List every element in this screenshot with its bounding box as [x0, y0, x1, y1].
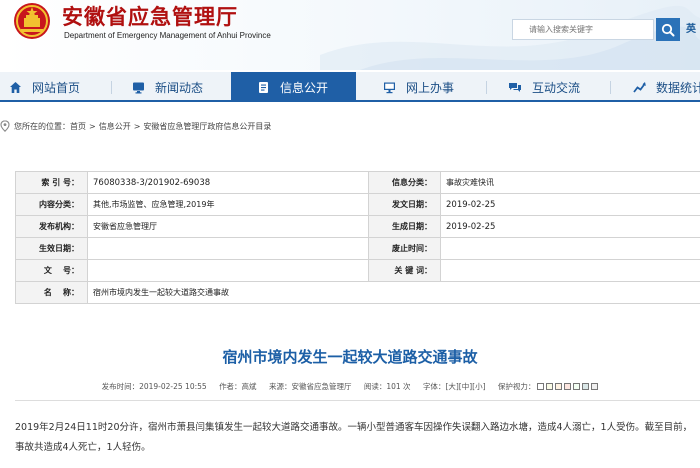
meta-value-effective — [87, 237, 369, 260]
breadcrumb: 您所在的位置： 首页 > 信息公开 > 安徽省应急管理厅政府信息公开目录 — [0, 120, 271, 132]
eye-care-swatches — [535, 382, 599, 391]
meta-label-effective: 生效日期： — [15, 237, 88, 260]
nav-home[interactable]: 网站首页 — [8, 72, 80, 102]
meta-label-category: 信息分类： — [368, 171, 441, 194]
article-body: 2019年2月24日11时20分许，宿州市萧县闫集镇发生一起较大道路交通事故。一… — [15, 422, 693, 453]
desktop-icon — [382, 80, 396, 94]
article-source: 来源：安徽省应急管理厅 — [268, 382, 352, 391]
eye-care-swatch[interactable] — [546, 383, 554, 390]
table-row: 索 引 号： 76080338-3/201902-69038 信息分类： 事故灾… — [15, 171, 700, 194]
nav-news-label: 新闻动态 — [155, 80, 204, 95]
site-title[interactable]: 安徽省应急管理厅 — [62, 1, 238, 31]
eye-care-swatch[interactable] — [591, 383, 599, 390]
nav-info-public[interactable]: 信息公开 — [231, 72, 356, 102]
search-icon — [661, 23, 675, 36]
meta-value-index: 76080338-3/201902-69038 — [87, 171, 369, 194]
nav-interaction[interactable]: 互动交流 — [508, 72, 580, 102]
search-input[interactable] — [512, 19, 654, 40]
table-row: 内容分类： 其他,市场监管、应急管理,2019年 发文日期： 2019-02-2… — [15, 193, 700, 216]
meta-value-gendate: 2019-02-25 — [440, 215, 700, 238]
meta-label-gendate: 生成日期： — [368, 215, 441, 238]
document-meta-table: 索 引 号： 76080338-3/201902-69038 信息分类： 事故灾… — [15, 171, 700, 304]
font-size-small-link[interactable]: [小] — [472, 382, 485, 391]
table-row: 文 号： 关 键 词： — [15, 259, 700, 282]
home-icon — [8, 80, 22, 94]
article-published: 发布时间：2019-02-25 10:55 — [101, 382, 207, 391]
breadcrumb-home[interactable]: 首页 — [70, 121, 86, 132]
breadcrumb-separator: > — [133, 121, 141, 131]
meta-label-org: 发布机构： — [15, 215, 88, 238]
article-views: 阅读：101 次 — [363, 382, 411, 391]
meta-value-content: 其他,市场监管、应急管理,2019年 — [87, 193, 369, 216]
meta-label-abolish: 废止时间： — [368, 237, 441, 260]
location-pin-icon — [0, 120, 10, 132]
meta-value-org: 安徽省应急管理厅 — [87, 215, 369, 238]
meta-label-name: 名 称： — [15, 281, 88, 304]
eye-care-swatch[interactable] — [537, 383, 545, 390]
site-subtitle: Department of Emergency Management of An… — [64, 31, 271, 40]
main-nav: 网站首页 新闻动态 信息公开 网上办事 互动交流 数据统计 — [0, 72, 700, 102]
eye-care-swatch[interactable] — [564, 383, 572, 390]
breadcrumb-prefix: 您所在的位置： — [14, 121, 70, 131]
meta-value-docno — [87, 259, 369, 282]
nav-news[interactable]: 新闻动态 — [131, 72, 203, 102]
meta-label-index: 索 引 号： — [15, 171, 88, 194]
article-author: 作者：高斌 — [219, 382, 257, 391]
meta-value-name: 宿州市境内发生一起较大道路交通事故 — [87, 281, 700, 304]
meta-label-content: 内容分类： — [15, 193, 88, 216]
font-size-large-link[interactable]: [大] — [445, 382, 458, 391]
article-title: 宿州市境内发生一起较大道路交通事故 — [222, 348, 478, 366]
meta-value-pubdate: 2019-02-25 — [440, 193, 700, 216]
font-size-label: 字体： — [422, 382, 446, 391]
meta-label-keywords: 关 键 词： — [368, 259, 441, 282]
nav-divider — [610, 81, 611, 94]
chart-icon — [632, 80, 646, 94]
eye-care-swatch[interactable] — [573, 383, 581, 390]
breadcrumb-info-public[interactable]: 信息公开 — [99, 121, 131, 132]
meta-label-docno: 文 号： — [15, 259, 88, 282]
nav-statistics-label: 数据统计 — [656, 80, 700, 95]
eye-care-label: 保护视力： — [497, 382, 536, 391]
nav-statistics[interactable]: 数据统计 — [632, 72, 700, 102]
divider — [15, 400, 700, 401]
nav-divider — [486, 81, 487, 94]
breadcrumb-separator: > — [89, 121, 96, 131]
font-size-medium-link[interactable]: [中] — [459, 382, 472, 391]
nav-interaction-label: 互动交流 — [532, 80, 581, 95]
national-emblem-icon[interactable] — [13, 2, 51, 40]
meta-value-abolish — [440, 237, 700, 260]
monitor-icon — [131, 80, 145, 94]
nav-online-service[interactable]: 网上办事 — [382, 72, 454, 102]
meta-value-keywords — [440, 259, 700, 282]
meta-value-category: 事故灾难快讯 — [440, 171, 700, 194]
breadcrumb-catalog[interactable]: 安徽省应急管理厅政府信息公开目录 — [143, 121, 271, 132]
chat-icon — [508, 80, 522, 94]
table-row: 生效日期： 废止时间： — [15, 237, 700, 260]
site-header: 安徽省应急管理厅 Department of Emergency Managem… — [0, 0, 700, 70]
search-button[interactable] — [656, 18, 680, 41]
nav-divider — [111, 81, 112, 94]
nav-info-public-label: 信息公开 — [280, 80, 329, 95]
nav-home-label: 网站首页 — [32, 80, 81, 95]
table-row: 发布机构： 安徽省应急管理厅 生成日期： 2019-02-25 — [15, 215, 700, 238]
document-icon — [256, 80, 270, 94]
eye-care-swatch[interactable] — [555, 383, 563, 390]
nav-online-service-label: 网上办事 — [406, 80, 455, 95]
eye-care-swatch[interactable] — [582, 383, 590, 390]
meta-label-pubdate: 发文日期： — [368, 193, 441, 216]
table-row: 名 称： 宿州市境内发生一起较大道路交通事故 — [15, 281, 700, 304]
language-link[interactable]: 英 — [686, 20, 700, 35]
article-info-bar: 发布时间：2019-02-25 10:55 作者：高斌 来源：安徽省应急管理厅 … — [0, 381, 700, 392]
